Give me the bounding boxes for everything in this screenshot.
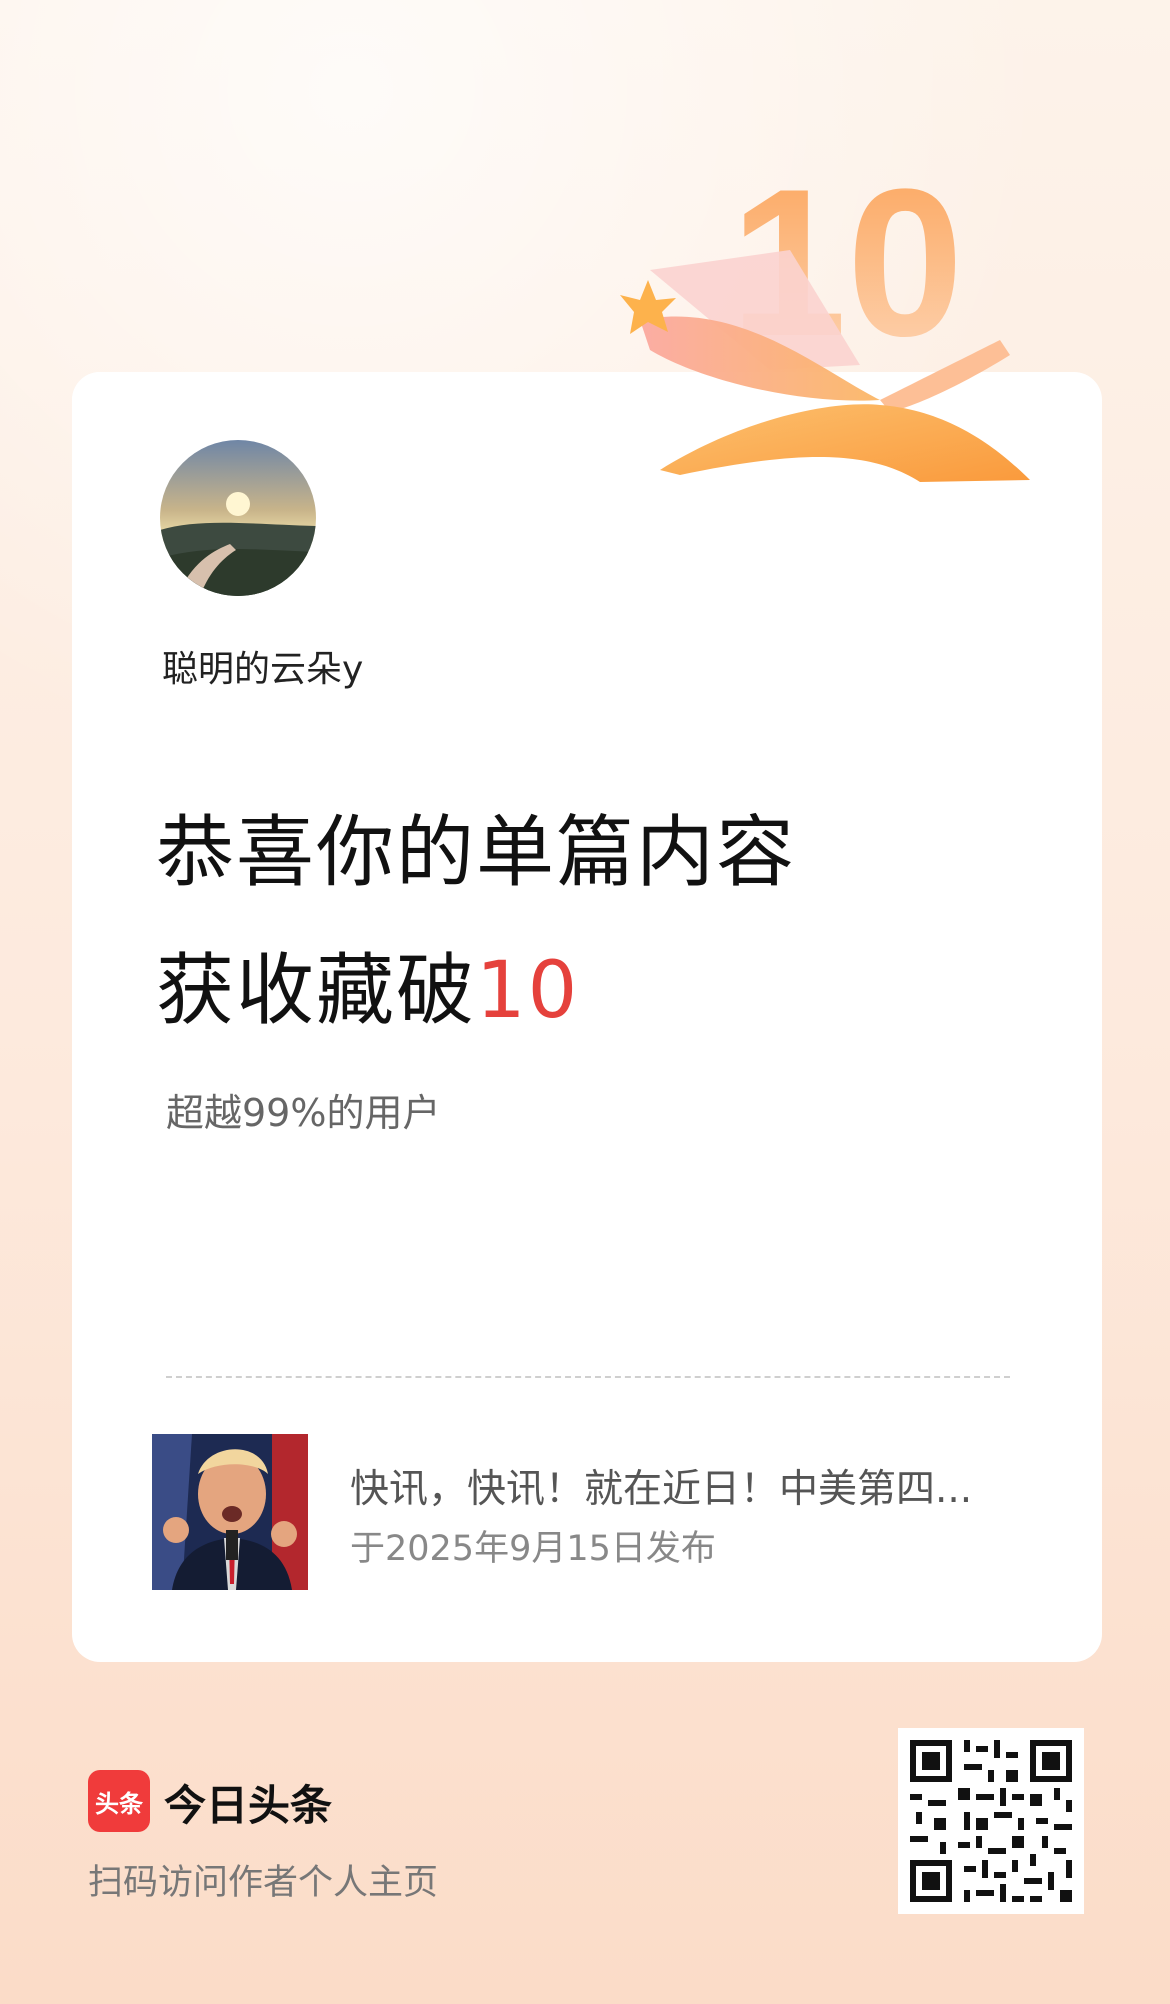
qr-code-icon[interactable] — [898, 1728, 1084, 1914]
article-date: 于2025年9月15日发布 — [350, 1529, 716, 1569]
article-title[interactable]: 快讯，快讯！就在近日！中美第四... — [350, 1458, 1010, 1514]
subtitle: 超越99%的用户 — [166, 1091, 441, 1135]
author-name[interactable]: 聪明的云朵y — [162, 640, 363, 692]
brand-name: 今日头条 — [164, 1781, 333, 1830]
toutiao-logo: 头条 — [88, 1770, 150, 1832]
thumbnail-image — [152, 1434, 308, 1590]
headline-line-1: 恭喜你的单篇内容 — [156, 808, 797, 898]
headline-prefix: 获收藏破 — [156, 946, 477, 1036]
avatar-image — [160, 440, 316, 596]
avatar[interactable] — [160, 440, 316, 596]
footer-caption: 扫码访问作者个人主页 — [88, 1863, 439, 1903]
divider — [166, 1376, 1010, 1378]
headline-line-2: 获收藏破10 — [156, 928, 579, 1040]
qr-code-graphic — [898, 1728, 1084, 1914]
collection-milestone-badge-icon: 10 — [620, 150, 1030, 482]
article-thumbnail[interactable] — [152, 1434, 308, 1590]
headline-number: 10 — [476, 946, 580, 1036]
